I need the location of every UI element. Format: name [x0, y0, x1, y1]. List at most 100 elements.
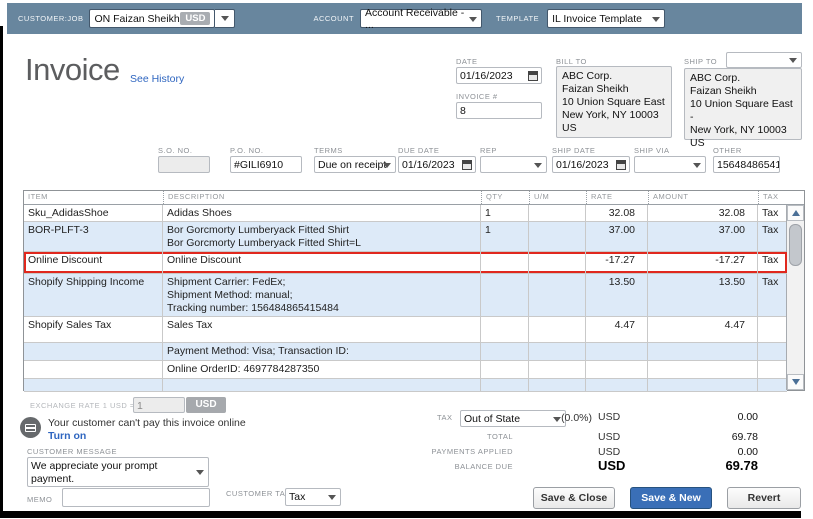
cell-qty[interactable]: 1 [481, 205, 529, 221]
detail-field-s-o-no[interactable] [158, 156, 210, 173]
cell-qty[interactable]: 1 [481, 222, 529, 251]
cell-tax[interactable]: Tax [758, 252, 787, 273]
bill-to-address[interactable]: ABC Corp. Faizan Sheikh 10 Union Square … [556, 66, 672, 138]
cell-um[interactable] [529, 252, 586, 273]
items-table: ITEMDESCRIPTIONQTYU/MRATEAMOUNTTAX Sku_A… [23, 190, 805, 391]
scroll-down-button[interactable] [787, 374, 804, 390]
cell-amount[interactable]: 32.08 [648, 205, 758, 221]
ship-to-select[interactable] [726, 52, 802, 68]
cell-um[interactable] [529, 379, 586, 391]
cell-amount[interactable]: 37.00 [648, 222, 758, 251]
cell-rate[interactable] [586, 379, 648, 391]
cell-description[interactable]: Bor Gorcmorty Lumberyack Fitted ShirtBor… [163, 222, 481, 251]
scroll-up-button[interactable] [787, 205, 804, 221]
cell-amount[interactable]: -17.27 [648, 252, 758, 273]
cell-tax[interactable]: Tax [758, 274, 787, 316]
detail-field-other[interactable]: 1564848654154... [713, 156, 780, 173]
detail-field-ship-date[interactable]: 01/16/2023 [552, 156, 630, 173]
cell-um[interactable] [529, 222, 586, 251]
cell-qty[interactable] [481, 361, 529, 378]
cell-qty[interactable] [481, 343, 529, 360]
tax-currency: USD [598, 411, 620, 423]
cell-tax[interactable] [758, 361, 787, 378]
cell-item[interactable]: Sku_AdidasShoe [24, 205, 163, 221]
cell-rate[interactable]: 32.08 [586, 205, 648, 221]
cell-item[interactable]: BOR-PLFT-3 [24, 222, 163, 251]
cell-rate[interactable]: 13.50 [586, 274, 648, 316]
column-header-rate: RATE [586, 191, 648, 204]
cell-tax[interactable]: Tax [758, 222, 787, 251]
calendar-icon[interactable] [462, 160, 472, 170]
cell-qty[interactable] [481, 379, 529, 391]
customer-job-field[interactable]: ON Faizan Sheikh USD [89, 9, 215, 28]
save-close-button[interactable]: Save & Close [533, 487, 615, 509]
cell-um[interactable] [529, 205, 586, 221]
cell-rate[interactable] [586, 361, 648, 378]
cell-description[interactable]: Payment Method: Visa; Transaction ID: [163, 343, 481, 360]
cell-tax[interactable] [758, 379, 787, 391]
cell-tax[interactable] [758, 343, 787, 360]
cell-amount[interactable]: 13.50 [648, 274, 758, 316]
memo-field[interactable] [62, 488, 210, 507]
description-line: Online OrderID: 4697784287350 [167, 363, 477, 376]
exchange-currency-button[interactable]: USD [186, 397, 226, 413]
customer-tax-code-select[interactable]: Tax [285, 488, 341, 506]
scrollbar-thumb[interactable] [789, 224, 802, 266]
cell-description[interactable]: Online Discount [163, 252, 481, 273]
description-line: Online Discount [167, 254, 477, 267]
cell-description[interactable]: Shipment Carrier: FedEx;Shipment Method:… [163, 274, 481, 316]
cell-qty[interactable] [481, 274, 529, 316]
triangle-up-icon [792, 210, 800, 216]
cell-um[interactable] [529, 274, 586, 316]
cell-description[interactable]: Adidas Shoes [163, 205, 481, 221]
save-new-button[interactable]: Save & New [630, 487, 712, 509]
detail-field-ship-via[interactable] [634, 156, 706, 173]
cell-um[interactable] [529, 343, 586, 360]
see-history-link[interactable]: See History [130, 73, 184, 85]
cell-amount[interactable]: 4.47 [648, 317, 758, 342]
date-field[interactable]: 01/16/2023 [456, 67, 542, 84]
detail-field-rep[interactable] [480, 156, 547, 173]
cell-item[interactable] [24, 379, 163, 391]
cell-qty[interactable] [481, 252, 529, 273]
cell-item[interactable]: Shopify Shipping Income [24, 274, 163, 316]
cell-amount[interactable] [648, 343, 758, 360]
cell-description[interactable]: Online OrderID: 4697784287350 [163, 361, 481, 378]
cell-rate[interactable]: -17.27 [586, 252, 648, 273]
cell-item[interactable]: Shopify Sales Tax [24, 317, 163, 342]
detail-field-due-date[interactable]: 01/16/2023 [398, 156, 476, 173]
ship-to-label: SHIP TO [684, 57, 717, 66]
cell-description[interactable] [163, 379, 481, 391]
cell-um[interactable] [529, 361, 586, 378]
cell-tax[interactable]: Tax [758, 205, 787, 221]
cell-item[interactable] [24, 361, 163, 378]
vertical-scrollbar[interactable] [786, 205, 804, 390]
tax-label: TAX [437, 413, 455, 422]
customer-job-dropdown-button[interactable] [215, 9, 235, 28]
detail-field-terms[interactable]: Due on receipt [314, 156, 396, 173]
invoice-number-field[interactable]: 8 [456, 102, 542, 119]
cell-item[interactable]: Online Discount [24, 252, 163, 273]
cell-amount[interactable] [648, 379, 758, 391]
ship-to-address[interactable]: ABC Corp. Faizan Sheikh 10 Union Square … [684, 68, 802, 140]
revert-button[interactable]: Revert [727, 487, 801, 509]
cell-description[interactable]: Sales Tax [163, 317, 481, 342]
exchange-rate-field[interactable]: 1 [133, 397, 185, 413]
cell-qty[interactable] [481, 317, 529, 342]
customer-message-select[interactable]: We appreciate your prompt payment. [27, 457, 209, 487]
calendar-icon[interactable] [616, 160, 626, 170]
cell-amount[interactable] [648, 361, 758, 378]
cell-tax[interactable] [758, 317, 787, 342]
account-select[interactable]: Account Receivable - ... [360, 9, 482, 28]
turn-on-link[interactable]: Turn on [48, 430, 86, 442]
cell-um[interactable] [529, 317, 586, 342]
chevron-down-icon [469, 17, 477, 22]
column-header-qty: QTY [481, 191, 529, 204]
cell-rate[interactable]: 37.00 [586, 222, 648, 251]
cell-item[interactable] [24, 343, 163, 360]
calendar-icon[interactable] [528, 71, 538, 81]
detail-field-p-o-no[interactable]: #GILI6910 [230, 156, 302, 173]
cell-rate[interactable]: 4.47 [586, 317, 648, 342]
cell-rate[interactable] [586, 343, 648, 360]
template-select[interactable]: IL Invoice Template [547, 9, 665, 28]
